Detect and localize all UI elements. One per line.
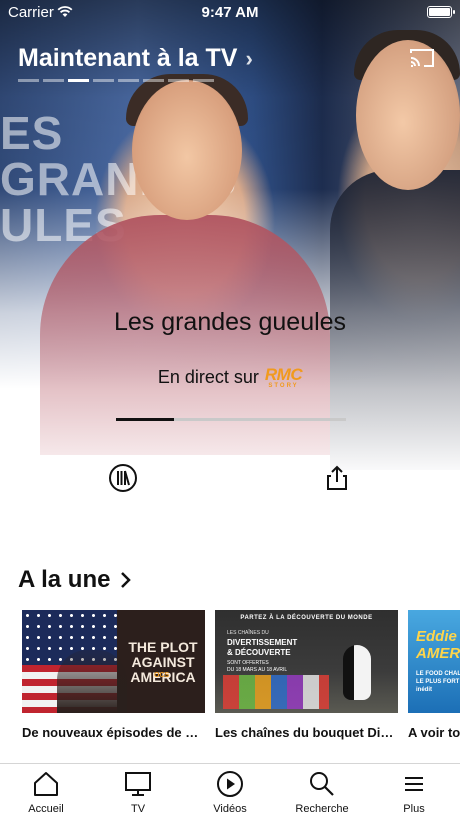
poster-title: Eddie Ea AMERIC bbox=[416, 628, 460, 662]
tab-label: Accueil bbox=[28, 803, 64, 815]
channel-logo[interactable]: RMC STORY bbox=[264, 365, 303, 389]
poster-dates: SONT OFFERTES DU 18 MARS AU 18 AVRIL bbox=[227, 660, 288, 673]
poster-figures bbox=[57, 650, 127, 713]
hero-header-title[interactable]: Maintenant à la TV › bbox=[18, 44, 253, 73]
section-title[interactable]: A la une bbox=[18, 566, 132, 594]
show-title[interactable]: Les grandes gueules bbox=[0, 308, 460, 337]
poster-subheading: LE FOOD CHALLE LE PLUS FORT DU M inédit bbox=[416, 671, 460, 693]
menu-icon bbox=[405, 777, 423, 791]
pager-dot[interactable] bbox=[43, 79, 64, 82]
cast-icon[interactable] bbox=[408, 47, 436, 69]
home-icon bbox=[34, 772, 58, 796]
tab-videos[interactable]: Vidéos bbox=[184, 764, 276, 818]
program-progress-bar bbox=[116, 418, 346, 421]
play-icon bbox=[217, 771, 243, 797]
tab-label: Recherche bbox=[295, 803, 349, 815]
card-caption: Les chaînes du bouquet Dive... bbox=[215, 725, 398, 740]
poster-penguin bbox=[343, 645, 371, 700]
card-thumbnail: THE PLOT AGAINST AMERICA OCS bbox=[22, 610, 205, 713]
pager-dot[interactable] bbox=[118, 79, 139, 82]
pager-dot[interactable] bbox=[68, 79, 89, 82]
channel-guide-icon[interactable] bbox=[108, 463, 138, 493]
live-prefix: En direct sur bbox=[157, 367, 259, 387]
tv-icon bbox=[125, 772, 151, 796]
card-caption: De nouveaux épisodes de cet... bbox=[22, 725, 205, 740]
pager-dot[interactable] bbox=[168, 79, 189, 82]
card-caption: A voir tou... bbox=[408, 725, 460, 740]
tab-plus[interactable]: Plus bbox=[368, 764, 460, 818]
tab-label: Vidéos bbox=[213, 803, 247, 815]
section-title-label: A la une bbox=[18, 566, 111, 593]
tab-recherche[interactable]: Recherche bbox=[276, 764, 368, 818]
tab-tv[interactable]: TV bbox=[92, 764, 184, 818]
poster-subheading: LES CHAÎNES DU bbox=[227, 630, 269, 636]
tab-label: TV bbox=[130, 803, 146, 815]
card-thumbnail: Eddie Ea AMERIC LE FOOD CHALLE LE PLUS F… bbox=[408, 610, 460, 713]
battery-icon bbox=[427, 6, 455, 18]
chevron-right-icon bbox=[121, 572, 132, 588]
pager-dot[interactable] bbox=[143, 79, 164, 82]
live-channel-line: En direct sur RMC STORY bbox=[0, 366, 460, 389]
search-icon bbox=[310, 772, 334, 796]
clock: 9:47 AM bbox=[201, 4, 259, 21]
hero-pager[interactable] bbox=[18, 79, 214, 82]
poster-title: DIVERTISSEMENT & DÉCOUVERTE bbox=[227, 638, 298, 657]
featured-card[interactable]: THE PLOT AGAINST AMERICA OCS De nouveaux… bbox=[22, 610, 205, 740]
channel-logo-main: RMC bbox=[264, 365, 303, 384]
card-thumbnail: PARTEZ À LA DÉCOUVERTE DU MONDE LES CHAÎ… bbox=[215, 610, 398, 713]
pager-dot[interactable] bbox=[18, 79, 39, 82]
channel-logo-sub: STORY bbox=[268, 383, 299, 389]
poster-badge: OCS bbox=[154, 672, 170, 679]
tab-accueil[interactable]: Accueil bbox=[0, 764, 92, 818]
featured-card[interactable]: Eddie Ea AMERIC LE FOOD CHALLE LE PLUS F… bbox=[408, 610, 460, 740]
hero-header-label: Maintenant à la TV bbox=[18, 44, 238, 72]
presenter-left-face bbox=[132, 80, 242, 220]
channel-logos-strip bbox=[223, 675, 329, 709]
tab-label: Plus bbox=[403, 803, 425, 815]
featured-carousel[interactable]: THE PLOT AGAINST AMERICA OCS De nouveaux… bbox=[22, 610, 460, 745]
pager-dot[interactable] bbox=[193, 79, 214, 82]
status-bar: Carrier 9:47 AM bbox=[0, 0, 460, 24]
share-icon[interactable] bbox=[322, 463, 352, 493]
program-progress-fill bbox=[116, 418, 174, 421]
featured-card[interactable]: PARTEZ À LA DÉCOUVERTE DU MONDE LES CHAÎ… bbox=[215, 610, 398, 740]
pager-dot[interactable] bbox=[93, 79, 114, 82]
chevron-right-icon: › bbox=[245, 45, 253, 71]
tab-bar: Accueil TV Vidéos Recherche Plus bbox=[0, 763, 460, 818]
poster-heading: PARTEZ À LA DÉCOUVERTE DU MONDE bbox=[240, 615, 373, 621]
